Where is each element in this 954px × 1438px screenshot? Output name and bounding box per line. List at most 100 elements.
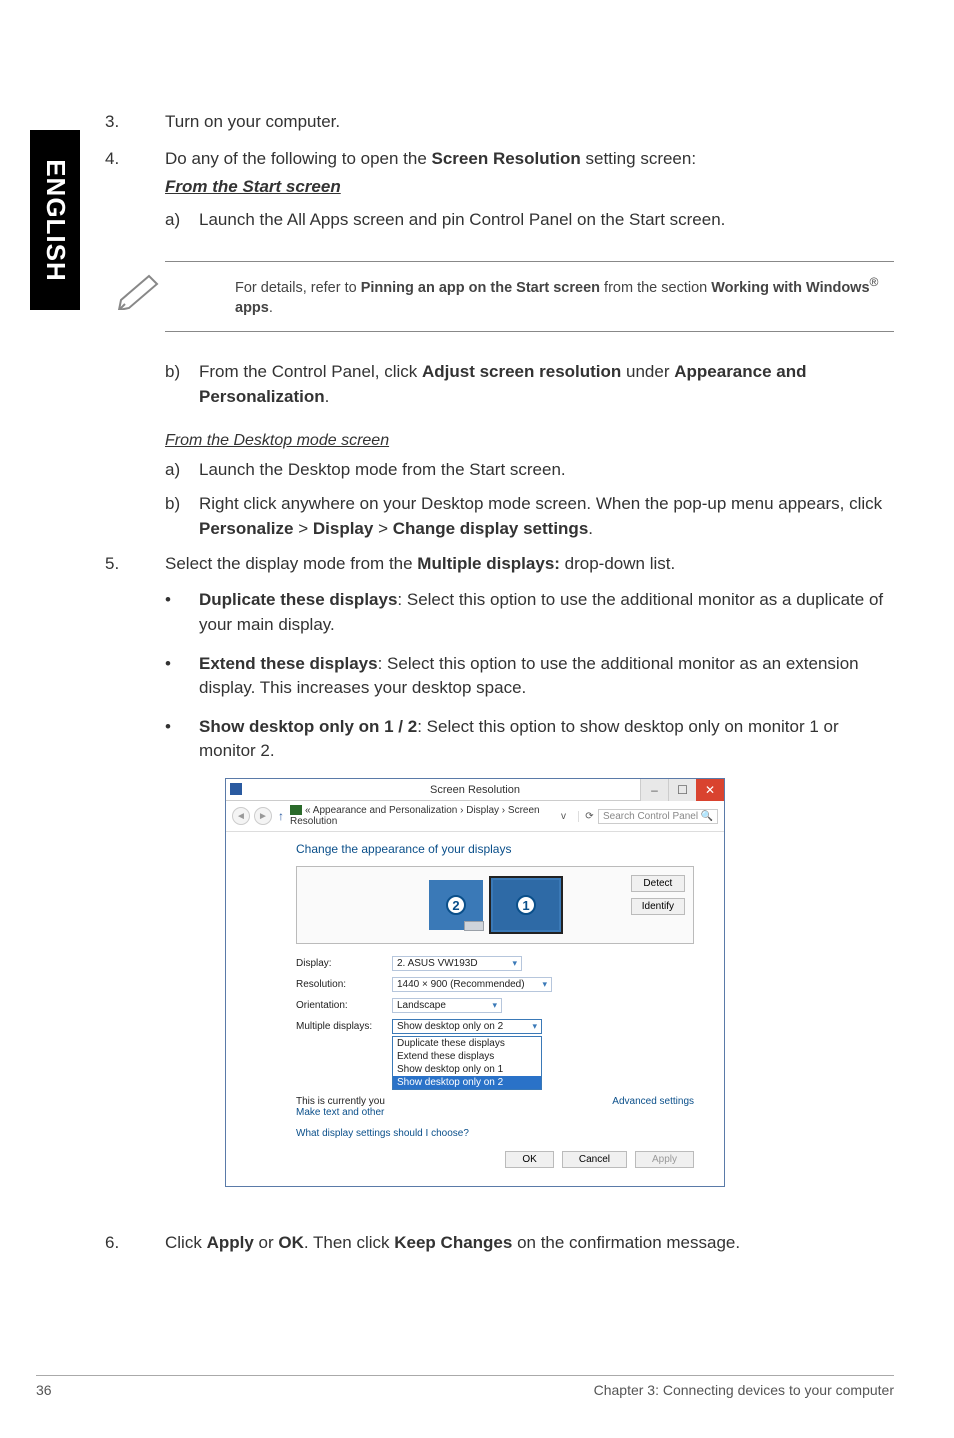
cancel-button[interactable]: Cancel xyxy=(562,1151,627,1168)
maximize-button[interactable]: ☐ xyxy=(668,779,696,801)
term: Multiple displays: xyxy=(417,554,560,573)
text: drop-down list. xyxy=(560,554,675,573)
row-display: Display: 2. ASUS VW193D▾ xyxy=(296,956,694,971)
search-icon: 🔍 xyxy=(701,811,713,822)
link-advanced-settings[interactable]: Advanced settings xyxy=(612,1096,694,1118)
text: or xyxy=(254,1233,279,1252)
identify-button[interactable]: Identify xyxy=(631,898,685,915)
text: . xyxy=(588,519,593,538)
substep-label: a) xyxy=(165,458,199,483)
option-extend[interactable]: Extend these displays xyxy=(393,1050,541,1063)
substep-4a: a) Launch the All Apps screen and pin Co… xyxy=(165,208,894,233)
search-input[interactable]: Search Control Panel🔍 xyxy=(598,809,718,824)
select-value: Show desktop only on 2 xyxy=(397,1021,503,1032)
subheading-start-screen: From the Start screen xyxy=(165,175,894,200)
select-orientation[interactable]: Landscape▾ xyxy=(392,998,502,1013)
substep-label: b) xyxy=(165,492,199,541)
dialog-buttons: OK Cancel Apply xyxy=(296,1151,694,1168)
substep-4b: b) From the Control Panel, click Adjust … xyxy=(165,360,894,409)
text: Right click anywhere on your Desktop mod… xyxy=(199,494,882,513)
note-text: For details, refer to xyxy=(235,279,361,295)
step-3: 3. Turn on your computer. xyxy=(105,110,894,135)
chevron-down-icon: ▾ xyxy=(532,1021,537,1032)
monitor-2[interactable]: 2 xyxy=(429,880,483,930)
page-footer: 36 Chapter 3: Connecting devices to your… xyxy=(36,1375,894,1398)
bullet-dot: • xyxy=(165,588,199,637)
link-make-text[interactable]: Make text and other xyxy=(296,1107,384,1118)
bullet-list: • Duplicate these displays: Select this … xyxy=(165,588,894,764)
ok-button[interactable]: OK xyxy=(505,1151,553,1168)
page-number: 36 xyxy=(36,1382,52,1398)
text: . xyxy=(325,387,330,406)
term: OK xyxy=(278,1233,304,1252)
chapter-label: Chapter 3: Connecting devices to your co… xyxy=(594,1382,894,1398)
option-only-1[interactable]: Show desktop only on 1 xyxy=(393,1063,541,1076)
text: . Then click xyxy=(304,1233,394,1252)
minimize-button[interactable]: – xyxy=(640,779,668,801)
term: Personalize xyxy=(199,519,294,538)
step-number: 5. xyxy=(105,552,165,577)
breadcrumb-text: « Appearance and Personalization › Displ… xyxy=(290,805,540,827)
bullet-show-only: • Show desktop only on 1 / 2: Select thi… xyxy=(165,715,894,764)
bullet-extend: • Extend these displays: Select this opt… xyxy=(165,652,894,701)
select-resolution[interactable]: 1440 × 900 (Recommended) ▾ xyxy=(392,977,552,992)
monitor-preview: 2 1 Detect Identify xyxy=(296,866,694,944)
chevron-down-icon: ▾ xyxy=(542,979,547,990)
refresh-button[interactable]: ⟳ xyxy=(578,811,594,822)
note-text: . xyxy=(269,300,273,316)
substep-text: From the Control Panel, click Adjust scr… xyxy=(199,360,894,409)
step-number: 4. xyxy=(105,147,165,243)
option-duplicate[interactable]: Duplicate these displays xyxy=(393,1037,541,1050)
step-6: 6. Click Apply or OK. Then click Keep Ch… xyxy=(105,1231,894,1256)
monitor-number: 1 xyxy=(516,895,536,915)
window-icon xyxy=(230,783,242,795)
breadcrumb-dropdown[interactable]: v xyxy=(557,811,570,822)
select-value: 1440 × 900 (Recommended) xyxy=(397,979,525,990)
text: > xyxy=(294,519,313,538)
breadcrumb[interactable]: « Appearance and Personalization › Displ… xyxy=(290,805,553,827)
substep-text: Launch the Desktop mode from the Start s… xyxy=(199,458,894,483)
label-display: Display: xyxy=(296,958,392,969)
step-number: 6. xyxy=(105,1231,165,1256)
substep-text: Launch the All Apps screen and pin Contr… xyxy=(199,208,894,233)
note-term: apps xyxy=(235,300,269,316)
apply-button[interactable]: Apply xyxy=(635,1151,694,1168)
text: Select the display mode from the xyxy=(165,554,417,573)
row-resolution: Resolution: 1440 × 900 (Recommended)▾ xyxy=(296,977,694,992)
select-multiple[interactable]: Show desktop only on 2 ▾ xyxy=(392,1019,542,1034)
term: Duplicate these displays xyxy=(199,590,397,609)
control-panel-icon xyxy=(290,805,302,815)
window-buttons: – ☐ ✕ xyxy=(640,779,724,801)
monitor-1[interactable]: 1 xyxy=(491,878,561,932)
term: Show desktop only on 1 / 2 xyxy=(199,717,417,736)
truncated-text: This is currently you Make text and othe… xyxy=(296,1096,385,1118)
close-button[interactable]: ✕ xyxy=(696,779,724,801)
preview-side-buttons: Detect Identify xyxy=(631,875,685,915)
step-body: Click Apply or OK. Then click Keep Chang… xyxy=(165,1231,894,1256)
forward-button[interactable]: ► xyxy=(254,807,272,825)
screen-resolution-window: Screen Resolution – ☐ ✕ ◄ ► ↑ « Appearan… xyxy=(225,778,725,1187)
chevron-down-icon: ▾ xyxy=(492,1000,497,1011)
link-help[interactable]: What display settings should I choose? xyxy=(296,1128,694,1139)
option-only-2[interactable]: Show desktop only on 2 xyxy=(393,1076,541,1089)
language-tab: ENGLISH xyxy=(30,130,80,310)
bullet-text: Extend these displays: Select this optio… xyxy=(199,652,894,701)
step-text: Turn on your computer. xyxy=(165,110,894,135)
address-bar: ◄ ► ↑ « Appearance and Personalization ›… xyxy=(226,801,724,832)
pencil-icon xyxy=(115,270,167,310)
select-display[interactable]: 2. ASUS VW193D▾ xyxy=(392,956,522,971)
detect-button[interactable]: Detect xyxy=(631,875,685,892)
note-text: from the section xyxy=(600,279,711,295)
text: Click xyxy=(165,1233,207,1252)
bullet-text: Show desktop only on 1 / 2: Select this … xyxy=(199,715,894,764)
label-multiple: Multiple displays: xyxy=(296,1021,392,1032)
back-button[interactable]: ◄ xyxy=(232,807,250,825)
label-orientation: Orientation: xyxy=(296,1000,392,1011)
term: Change display settings xyxy=(393,519,589,538)
term: Display xyxy=(313,519,373,538)
advanced-line: This is currently you Make text and othe… xyxy=(296,1096,694,1118)
subheading-desktop-mode: From the Desktop mode screen xyxy=(165,432,894,450)
step-4: 4. Do any of the following to open the S… xyxy=(105,147,894,243)
up-button[interactable]: ↑ xyxy=(276,809,286,823)
window-titlebar: Screen Resolution – ☐ ✕ xyxy=(226,779,724,801)
